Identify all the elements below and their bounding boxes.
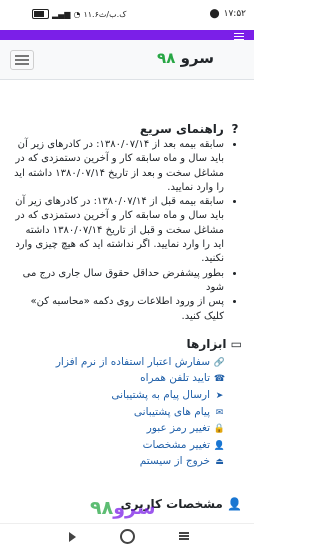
tool-link-verify-phone[interactable]: ☎تایید تلفن همراه [0,370,226,387]
guide-item: سابقه بیمه بعد از ۱۳۸۰/۰۷/۱۴: در کادرهای… [14,138,224,195]
hamburger-icon [15,55,29,57]
user-icon: 👤 [213,440,226,451]
app-notification-icon: ⬤ [209,9,220,19]
tool-label: تغییر مشخصات [142,438,210,451]
watermark-word: سرو [113,497,156,519]
tool-label: خروج از سیستم [139,455,210,468]
guide-title: راهنمای سریع [139,122,224,136]
wifi-icon: ◔ [73,9,81,19]
guide-list: سابقه بیمه بعد از ۱۳۸۰/۰۷/۱۴: در کادرهای… [0,138,254,324]
tools-list: 🔗سفارش اعتبار استفاده از نرم افزار ☎تایی… [0,354,254,470]
tool-label: سفارش اعتبار استفاده از نرم افزار [55,355,210,368]
phone-icon: ☎ [213,374,226,385]
recent-apps-icon[interactable] [179,532,189,534]
guide-item: سابقه بیمه قبل از ۱۳۸۰/۰۷/۱۴: در کادرهای… [14,195,224,266]
status-left: ▂▄▆ ◔ ۱۱.۶ک.ب/ث [32,9,126,19]
tool-label: پیام های پشتیبانی [133,405,210,418]
tool-link-logout[interactable]: ⏏ خروج از سیستم [0,453,226,470]
tool-link-support-messages[interactable]: ✉ پیام های پشتیبانی [0,404,226,421]
tools-heading: ▭ ابزارها [0,336,254,352]
system-nav-bar [0,523,254,551]
back-icon[interactable] [69,532,76,542]
lock-icon: 🔒 [213,424,226,435]
guide-heading: ? راهنمای سریع [0,120,254,138]
app-accent-bar [0,30,254,40]
main-content: ? راهنمای سریع سابقه بیمه بعد از ۱۳۸۰/۰۷… [0,120,254,470]
tool-link-send-message[interactable]: ➤ ارسال پیام به پشتیبانی [0,387,226,404]
status-time: ۱۷:۵۲ [223,9,246,19]
status-right: ⬤ ۱۷:۵۲ [210,9,246,19]
brand-logo[interactable]: سرو ۹۸ [157,49,214,67]
tool-link-change-password[interactable]: 🔒تغییر رمز عبور [0,420,226,437]
tool-label: تغییر رمز عبور [146,422,210,435]
send-icon: ➤ [215,391,224,402]
user-icon: 👤 [227,497,242,511]
tool-label: تایید تلفن همراه [140,372,210,385]
guide-item: پس از ورود اطلاعات روی دکمه «محاسبه کن» … [14,295,224,324]
tool-link-edit-profile[interactable]: 👤تغییر مشخصات [0,437,226,454]
tool-link-order-credit[interactable]: 🔗سفارش اعتبار استفاده از نرم افزار [0,354,226,371]
tool-label: ارسال پیام به پشتیبانی [111,389,210,402]
status-bar: ⬤ ۱۷:۵۲ ▂▄▆ ◔ ۱۱.۶ک.ب/ث [0,0,254,30]
monitor-icon: ▭ [230,336,242,351]
watermark-number: ۹۸ [90,497,114,519]
brand-word: سرو [180,49,214,67]
battery-icon [32,9,49,19]
guide-item: بطور پیشفرض حداقل حقوق سال جاری درج می ش… [14,267,224,296]
home-icon[interactable] [120,529,135,544]
signal-icon: ▂▄▆ [52,9,71,19]
tools-title: ابزارها [186,336,227,351]
envelope-icon: ✉ [215,407,224,418]
menu-toggle-button[interactable] [10,50,34,70]
link-icon: 🔗 [213,357,226,368]
data-rate: ۱۱.۶ک.ب/ث [83,9,127,19]
logout-icon: ⏏ [215,457,224,468]
watermark-logo: سرو۹۸ [90,497,156,519]
question-icon: ? [231,122,239,136]
brand-number: ۹۸ [157,49,176,67]
navbar: سرو ۹۸ [0,40,254,80]
